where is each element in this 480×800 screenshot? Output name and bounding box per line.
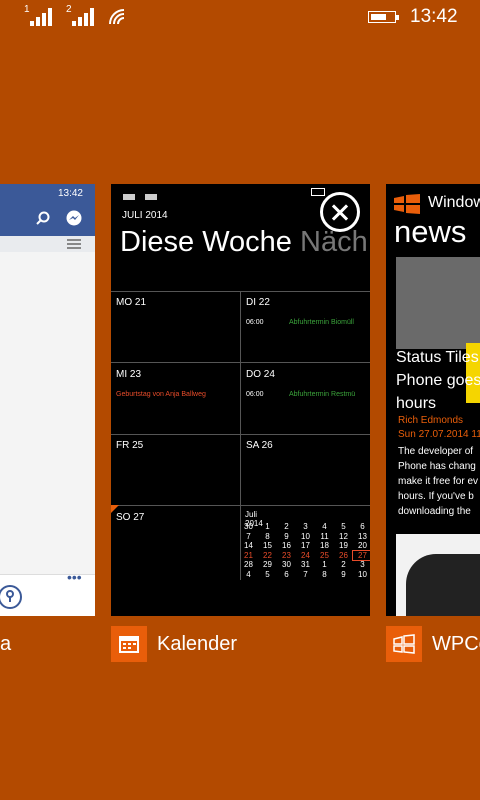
article-image [396,257,480,403]
mini-calendar-day[interactable]: 15 [258,541,277,550]
facebook-card-time: 13:42 [57,188,83,199]
mini-calendar-day[interactable]: 8 [315,570,334,579]
mini-calendar-day[interactable]: 23 [277,551,296,560]
day-di[interactable]: DI 22 [246,297,270,308]
article-date: Sun 27.07.2014 11 [398,429,480,440]
mini-calendar-day[interactable]: 1 [315,560,334,569]
news-header: Windows [428,194,480,211]
facebook-appbar: ••• [0,569,95,616]
mini-calendar-day[interactable]: 9 [334,570,353,579]
app-card-calendar[interactable]: JULI 2014 Diese Woche Näch MO 21 DI 22 0… [111,184,370,616]
mini-calendar-day[interactable]: 24 [296,551,315,560]
app-label-row-calendar[interactable]: Kalender [111,626,237,662]
mini-calendar-day[interactable]: 28 [239,560,258,569]
day-so[interactable]: SO 27 [116,512,144,523]
mini-calendar-day[interactable]: 2 [334,560,353,569]
mini-calendar-day[interactable]: 1 [258,522,277,531]
mini-calendar-day[interactable]: 10 [353,570,370,579]
calendar-icon [111,626,147,662]
event-title[interactable]: Geburtstag von Anja Ballweg [116,391,206,398]
mini-calendar-day[interactable]: 5 [258,570,277,579]
mini-calendar-day[interactable]: 21 [239,551,258,560]
messenger-icon [66,210,82,226]
mini-calendar-day[interactable]: 3 [296,522,315,531]
event-time: 06:00 [246,319,264,326]
mini-calendar-day[interactable]: 30 [277,560,296,569]
mini-calendar-day[interactable]: 22 [258,551,277,560]
windows-logo-icon [394,194,420,214]
article-author: Rich Edmonds [398,415,464,426]
event-title[interactable]: Abfuhrtermin Restmü [289,391,355,398]
day-mi[interactable]: MI 23 [116,369,141,380]
mini-calendar-day[interactable]: 7 [239,532,258,541]
mini-calendar-day[interactable]: 11 [315,532,334,541]
close-app-button[interactable] [320,192,360,232]
more-icon: ••• [67,569,82,585]
mini-calendar-day[interactable]: 7 [296,570,315,579]
app-label: Kalender [157,632,238,655]
status-time: 13:42 [410,6,458,27]
calendar-month: JULI 2014 [122,210,168,221]
mini-calendar-day[interactable]: 4 [315,522,334,531]
battery-icon [368,11,399,23]
mini-calendar-day[interactable]: 29 [258,560,277,569]
signal-sim2-icon: 2 [66,4,96,26]
mini-calendar-day[interactable]: 6 [277,570,296,579]
windows-logo-icon [386,626,422,662]
mini-calendar-day[interactable]: 13 [353,532,370,541]
article-body: The developer of Phone has chang make it… [398,446,479,517]
menu-icon [67,239,81,249]
article-headline[interactable]: Status Tiles Phone goes hours [396,346,480,415]
mini-calendar-day[interactable]: 31 [296,560,315,569]
app-card-wpcentral[interactable]: Windows news Status Tiles Phone goes hou… [386,184,480,616]
article-image-2 [396,534,480,616]
mini-calendar-day[interactable]: 8 [258,532,277,541]
mini-calendar-day[interactable]: 12 [334,532,353,541]
app-label: WPCe [432,632,480,655]
mini-calendar-day[interactable]: 10 [296,532,315,541]
mini-calendar-day[interactable]: 9 [277,532,296,541]
mini-calendar-day[interactable]: 2 [277,522,296,531]
news-title: news [394,214,467,249]
mini-calendar-day[interactable]: 14 [239,541,258,550]
mini-calendar-day[interactable]: 26 [334,551,353,560]
mini-calendar-day[interactable]: 19 [334,541,353,550]
day-mo[interactable]: MO 21 [116,297,146,308]
facebook-subbar [0,236,95,252]
mini-calendar-day[interactable]: 3 [353,560,370,569]
calendar-week-title: Diese Woche Näch [120,226,368,259]
app-label: a [0,632,12,655]
mini-calendar-day[interactable]: 6 [353,522,370,531]
mini-calendar-day[interactable]: 4 [239,570,258,579]
mini-calendar-day[interactable]: 20 [353,541,370,550]
app-label-row-wpcentral[interactable]: WPCe [386,626,480,662]
mini-calendar-day[interactable]: 27 [352,549,370,561]
search-icon [36,211,50,225]
mini-calendar-day[interactable]: 25 [315,551,334,560]
mini-calendar-day[interactable]: 17 [296,541,315,550]
location-icon [0,585,22,609]
signal-sim1-icon: 1 [24,4,54,26]
wifi-icon [109,9,125,25]
mini-calendar-day[interactable]: 30 [239,522,258,531]
mini-calendar-day[interactable]: 16 [277,541,296,550]
week-title-current: Diese Woche [120,226,292,258]
day-do[interactable]: DO 24 [246,369,275,380]
facebook-header: 13:42 [0,184,95,236]
event-time: 06:00 [246,391,264,398]
app-label-row-facebook[interactable]: a [0,626,11,662]
event-title[interactable]: Abfuhrtermin Biomüll [289,319,354,326]
mini-calendar-day[interactable]: 5 [334,522,353,531]
day-fr[interactable]: FR 25 [116,440,143,451]
mini-calendar-day[interactable]: 18 [315,541,334,550]
day-sa[interactable]: SA 26 [246,440,273,451]
status-bar: 1 2 13:42 [0,0,480,34]
app-card-facebook[interactable]: 13:42 ••• [0,184,95,616]
